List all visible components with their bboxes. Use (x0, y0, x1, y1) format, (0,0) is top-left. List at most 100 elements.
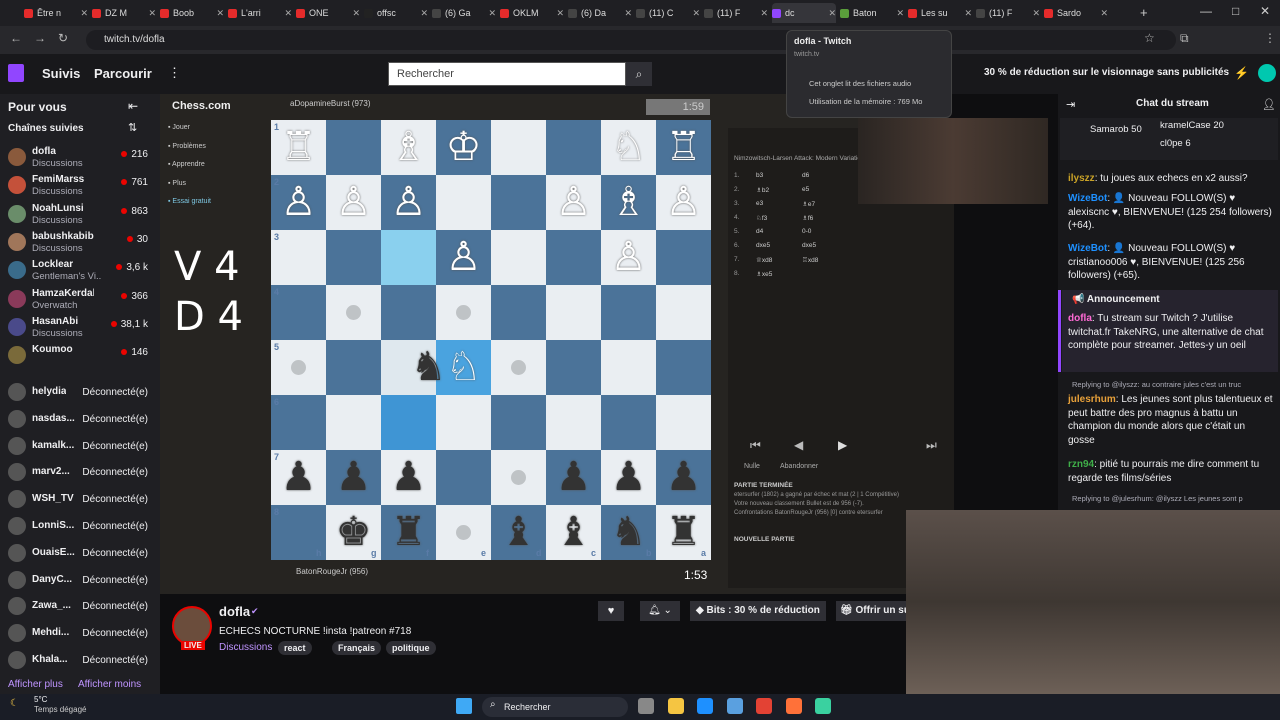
chat-username[interactable]: dofla (1068, 313, 1092, 324)
board-square[interactable] (546, 120, 601, 175)
board-square[interactable] (271, 230, 326, 285)
maximize-icon[interactable]: □ (1232, 4, 1239, 18)
chat-username[interactable]: julesrhum (1068, 394, 1116, 405)
board-square[interactable] (326, 340, 381, 395)
move-white[interactable]: e3 (756, 200, 763, 207)
draw-button[interactable]: Nulle (744, 463, 760, 470)
back-icon[interactable]: ← (10, 31, 22, 45)
follow-heart-icon[interactable]: ♥ (598, 601, 624, 621)
move-white[interactable]: ♗b2 (756, 186, 769, 194)
gifter-entry[interactable]: kramelCase 20 (1160, 120, 1224, 131)
stream-tag[interactable]: politique (386, 641, 436, 655)
last-move-icon[interactable]: ⏭ (926, 438, 937, 453)
menu-dots-icon[interactable]: ⋮ (1264, 31, 1276, 45)
start-icon[interactable] (456, 698, 472, 714)
next-move-icon[interactable]: ▶ (838, 438, 847, 452)
browser-tab[interactable]: Sardo ✕ (1044, 3, 1108, 23)
tab-close-icon[interactable]: ✕ (1032, 8, 1040, 19)
channel-row[interactable]: dofla Discussions 216 (8, 145, 148, 171)
board-square[interactable] (546, 340, 601, 395)
gift-sub-button[interactable]: 🎁︎ Offrir un su (836, 601, 906, 621)
channel-row[interactable]: HamzaKerdalocoOverwatch 366 (8, 287, 148, 313)
gifter-entry[interactable]: cl0pe 6 (1160, 138, 1191, 149)
browser-tab[interactable]: dc ✕ (772, 3, 836, 23)
chess-menu-item[interactable]: ▪ Problèmes (168, 143, 206, 150)
tab-close-icon[interactable]: ✕ (896, 8, 904, 19)
tab-close-icon[interactable]: ✕ (284, 8, 292, 19)
board-square[interactable] (491, 395, 546, 450)
browser-tab[interactable]: Les su ✕ (908, 3, 972, 23)
board-square[interactable] (326, 230, 381, 285)
move-black[interactable]: dxe5 (802, 242, 816, 249)
new-tab-button[interactable]: + (1140, 5, 1148, 20)
stream-tag[interactable]: Français (332, 641, 382, 655)
channel-row-offline[interactable]: Khala... Déconnecté(e) (8, 648, 148, 674)
board-square[interactable] (491, 285, 546, 340)
channel-row[interactable]: Koumoo 146 (8, 343, 148, 369)
move-white[interactable]: ♘f3 (756, 214, 767, 222)
chess-piece[interactable]: ♗ (601, 175, 656, 230)
show-more-link[interactable]: Afficher plus (8, 679, 63, 690)
move-white[interactable]: d4 (756, 228, 763, 235)
bits-button[interactable]: ◆ Bits : 30 % de réduction (690, 601, 826, 621)
tab-close-icon[interactable]: ✕ (352, 8, 360, 19)
chess-piece[interactable]: ♟ (546, 450, 601, 505)
new-game-label[interactable]: NOUVELLE PARTIE (734, 536, 795, 543)
chat-username[interactable]: WizeBot (1068, 193, 1107, 204)
board-square[interactable] (271, 395, 326, 450)
browser-tab[interactable]: OKLM ✕ (500, 3, 564, 23)
url-field[interactable]: twitch.tv/dofla (86, 30, 1176, 50)
nav-following[interactable]: Suivis (42, 66, 80, 81)
channel-row[interactable]: HasanAbi Discussions 38,1 k (8, 315, 148, 341)
abandon-button[interactable]: Abandonner (780, 463, 818, 470)
channel-row-offline[interactable]: Zawa_... Déconnecté(e) (8, 594, 148, 620)
board-square[interactable] (436, 395, 491, 450)
edge-icon[interactable] (697, 698, 713, 714)
channel-avatar[interactable] (172, 606, 212, 646)
tab-close-icon[interactable]: ✕ (828, 8, 836, 19)
chess-piece[interactable]: ♘ (601, 120, 656, 175)
browser-tab[interactable]: offsc ✕ (364, 3, 428, 23)
search-input[interactable]: Rechercher (388, 62, 626, 86)
board-square[interactable] (656, 230, 711, 285)
gifter-entry[interactable]: Samarob 50 (1090, 124, 1142, 135)
chess-piece[interactable]: ♙ (656, 175, 711, 230)
show-less-link[interactable]: Afficher moins (78, 679, 141, 690)
channel-row-offline[interactable]: WSH_TV Déconnecté(e) (8, 487, 148, 513)
chess-menu-item[interactable]: ▪ Apprendre (168, 161, 205, 168)
browser-tab[interactable]: (6) Ga ✕ (432, 3, 496, 23)
board-square[interactable] (656, 285, 711, 340)
board-square[interactable] (271, 285, 326, 340)
browser-tab[interactable]: Baton ✕ (840, 3, 904, 23)
chess-piece[interactable]: ♙ (381, 175, 436, 230)
chess-piece[interactable]: ♘ (436, 340, 491, 395)
board-square[interactable] (491, 230, 546, 285)
board-square[interactable] (491, 120, 546, 175)
channel-row-offline[interactable]: kamalk... Déconnecté(e) (8, 434, 148, 460)
chat-collapse-icon[interactable]: ⇥ (1066, 98, 1075, 111)
chess-menu-item[interactable]: ▪ Plus (168, 180, 186, 187)
board-square[interactable] (326, 395, 381, 450)
browser-tab[interactable]: (6) Da ✕ (568, 3, 632, 23)
browser-tab[interactable]: Être n ✕ (24, 3, 88, 23)
bookmark-star-icon[interactable]: ☆ (1144, 31, 1155, 45)
tab-close-icon[interactable]: ✕ (692, 8, 700, 19)
chess-piece[interactable]: ♙ (436, 230, 491, 285)
move-black[interactable]: ♗e7 (802, 200, 815, 208)
chess-board[interactable]: ♖ ♗ ♔ ♘ ♖ ♙ ♙ ♙ ♙ ♗ ♙ ♙ ♙ ♞ ♘ ♟ ♟ ♟ ♟ ♟ ♟ ♚ ♜ ♝ ♝ ♞ ♜ 1 2 3 4 5 6 7 8 h g f e d… (271, 120, 711, 560)
board-square[interactable] (656, 340, 711, 395)
more-dots-icon[interactable]: ⋮ (168, 65, 181, 81)
first-move-icon[interactable]: ⏮ (750, 438, 761, 453)
move-black[interactable]: d6 (802, 172, 809, 179)
channel-row-offline[interactable]: nasdas... Déconnecté(e) (8, 407, 148, 433)
chrome-icon[interactable] (756, 698, 772, 714)
chat-users-icon[interactable]: 👤︎ (1262, 98, 1276, 111)
chess-piece[interactable]: ♙ (601, 230, 656, 285)
chess-piece[interactable]: ♟ (601, 450, 656, 505)
board-square[interactable] (436, 175, 491, 230)
move-white[interactable]: ♕xd8 (756, 256, 772, 264)
chess-piece[interactable]: ♟ (271, 450, 326, 505)
browser-tab[interactable]: (11) C ✕ (636, 3, 700, 23)
chess-piece[interactable]: ♟ (326, 450, 381, 505)
channel-row-offline[interactable]: Mehdi... Déconnecté(e) (8, 621, 148, 647)
